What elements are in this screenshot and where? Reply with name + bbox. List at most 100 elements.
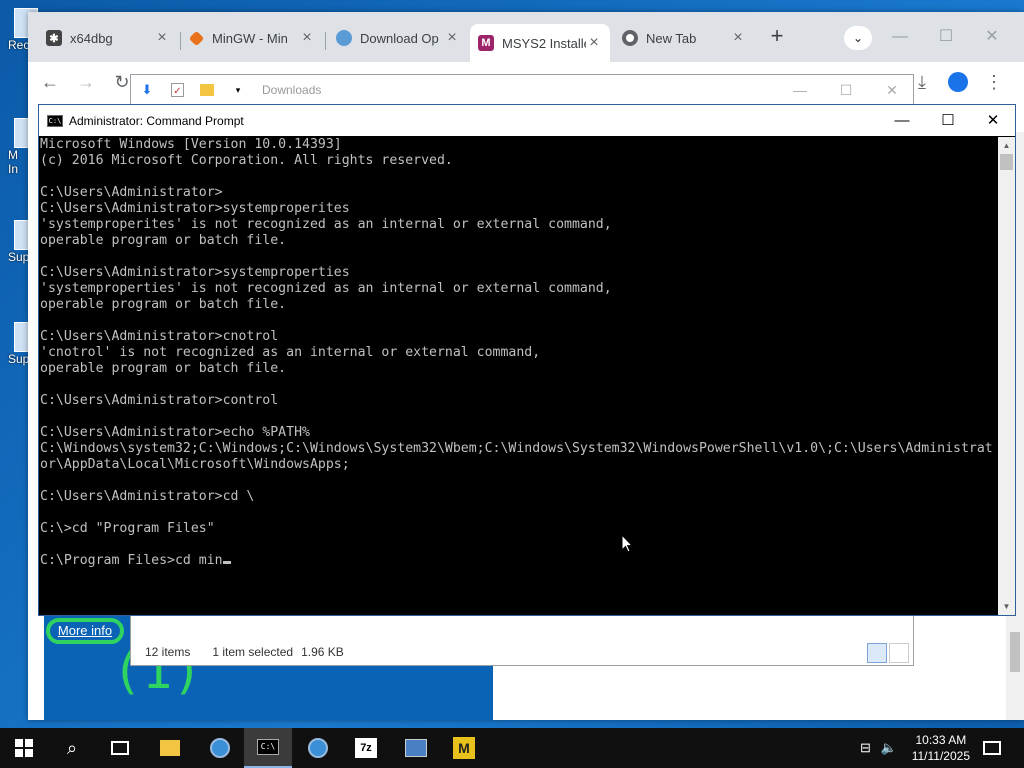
selection-size: 1.96 KB [301, 645, 344, 659]
close-button[interactable]: ✕ [972, 24, 1012, 50]
explorer-title: Downloads [262, 83, 322, 97]
menu-button[interactable]: ⋮ [980, 68, 1008, 96]
taskbar-command-prompt[interactable]: C:\ [244, 728, 292, 768]
desktop-icon-recycle-bin[interactable]: Rec [0, 8, 38, 52]
desktop-icon-label: In [8, 162, 19, 176]
task-view-icon [111, 741, 129, 755]
task-view-button[interactable] [96, 728, 144, 768]
windows-logo-icon [15, 739, 33, 757]
cmd-output-line [40, 313, 998, 329]
large-icons-view-button[interactable] [889, 643, 909, 663]
selection-count: 1 item selected [212, 645, 294, 659]
cmd-output-line [40, 505, 998, 521]
cmd-output-line: 'systemproperites' is not recognized as … [40, 217, 612, 232]
desktop-icon-support-2[interactable]: Sup [0, 322, 38, 366]
taskbar-browser-2[interactable] [294, 728, 342, 768]
item-count: 12 items [145, 645, 191, 659]
tab-new-tab[interactable]: New Tab × [614, 24, 754, 52]
cmd-output-line: C:\Users\Administrator>systemproperites [40, 201, 350, 216]
folder-icon [160, 740, 180, 756]
minimize-button[interactable]: — [879, 105, 925, 136]
cmd-output-line: 'systemproperties' is not recognized as … [40, 281, 612, 296]
notification-center-button[interactable] [970, 728, 1014, 768]
clock-time: 10:33 AM [915, 733, 967, 747]
maximize-button[interactable]: ☐ [823, 75, 869, 105]
close-icon[interactable]: × [730, 29, 746, 47]
minimize-button[interactable]: — [880, 24, 920, 50]
start-button[interactable] [0, 728, 48, 768]
tab-label: MSYS2 Installe [502, 35, 586, 51]
close-icon[interactable]: × [154, 29, 170, 47]
minimize-button[interactable]: — [777, 75, 823, 105]
desktop-icon-support-1[interactable]: Sup [0, 220, 38, 264]
cmd-console[interactable]: Microsoft Windows [Version 10.0.14393] (c… [40, 137, 998, 615]
taskbar-clock[interactable]: 10:33 AM 11/11/2025 [912, 732, 970, 764]
globe-icon [210, 738, 230, 758]
cmd-output-line: C:\Windows\system32;C:\Windows;C:\Window… [40, 441, 993, 456]
cmd-output-line [40, 473, 998, 489]
tab-label: Download Op [360, 30, 439, 46]
maximize-button[interactable]: ☐ [925, 105, 971, 136]
maximize-button[interactable]: ☐ [926, 24, 966, 50]
close-button[interactable]: ✕ [869, 75, 915, 105]
cmd-output-line: C:\Program Files>cd min [40, 553, 998, 569]
scrollbar-thumb[interactable] [1010, 632, 1020, 672]
cmd-output-line: operable program or batch file. [40, 361, 287, 376]
cmd-title: Administrator: Command Prompt [69, 113, 244, 128]
cmd-output-line: C:\Users\Administrator>cd \ [40, 489, 255, 504]
details-view-button[interactable] [867, 643, 887, 663]
cmd-output-line: operable program or batch file. [40, 297, 287, 312]
volume-icon[interactable]: 🔈 [881, 740, 897, 756]
taskbar-file-explorer[interactable] [146, 728, 194, 768]
network-icon[interactable]: ⊟ [860, 740, 871, 756]
scroll-up-icon[interactable]: ▲ [998, 137, 1015, 154]
forward-button[interactable]: → [72, 68, 100, 96]
cmd-output-line: C:\>cd "Program Files" [40, 521, 215, 536]
cmd-output-line: operable program or batch file. [40, 233, 287, 248]
back-button[interactable]: ← [36, 68, 64, 96]
close-icon[interactable]: × [586, 34, 602, 52]
taskbar-7zip[interactable]: 7z [342, 728, 390, 768]
folder-icon [200, 84, 214, 96]
cmd-titlebar: C:\ Administrator: Command Prompt — ☐ ✕ [39, 105, 1015, 136]
desktop-icon-label: Rec [8, 38, 30, 52]
tab-search-button[interactable]: ⌄ [844, 26, 872, 50]
taskbar-browser-1[interactable] [196, 728, 244, 768]
more-vert-icon: ⋮ [985, 72, 1003, 92]
msys2-icon: M [478, 35, 494, 51]
arrow-left-icon: ← [41, 72, 59, 92]
chevron-down-icon[interactable]: ▾ [230, 82, 246, 98]
taskbar-app[interactable] [392, 728, 440, 768]
search-button[interactable]: ⌕ [48, 728, 96, 768]
cmd-output-line: C:\Users\Administrator>cnotrol [40, 329, 279, 344]
properties-icon[interactable]: ✓ [171, 83, 184, 97]
desktop-icon-installer[interactable]: M In [0, 118, 38, 176]
cmd-output-line: 'cnotrol' is not recognized as an intern… [40, 345, 541, 360]
cmd-icon: C:\ [257, 739, 279, 755]
scroll-down-icon[interactable]: ▼ [998, 598, 1015, 615]
new-tab-button[interactable]: + [766, 25, 788, 48]
tab-download-options[interactable]: Download Op × [328, 24, 468, 52]
scrollbar-thumb[interactable] [1000, 154, 1013, 170]
profile-button[interactable] [944, 68, 972, 96]
cmd-scrollbar[interactable]: ▲ ▼ [998, 137, 1015, 615]
tab-label: MinGW - Min [212, 30, 288, 46]
cmd-app-icon: C:\ [47, 114, 63, 127]
cmd-output-line: or\AppData\Local\Microsoft\WindowsApps; [40, 457, 350, 472]
cmd-output-line: C:\Users\Administrator>systemproperties [40, 265, 350, 280]
close-button[interactable]: ✕ [970, 105, 1016, 136]
computer-icon [405, 739, 427, 757]
close-icon[interactable]: × [444, 29, 460, 47]
tab-msys2-installer[interactable]: M MSYS2 Installe × [470, 24, 610, 62]
close-icon[interactable]: × [299, 29, 315, 47]
taskbar-msys2[interactable]: M [440, 728, 488, 768]
tab-mingw[interactable]: MinGW - Min × [183, 24, 323, 52]
tab-x64dbg[interactable]: ✱ x64dbg × [38, 24, 178, 52]
bug-icon: ✱ [46, 30, 62, 46]
cmd-output-line: Microsoft Windows [Version 10.0.14393] [40, 137, 342, 152]
cmd-output-line [40, 249, 998, 265]
msys2-icon: M [453, 737, 475, 759]
cmd-output-line [40, 377, 998, 393]
more-info-link[interactable]: More info [46, 618, 124, 644]
chrome-icon [622, 30, 638, 46]
